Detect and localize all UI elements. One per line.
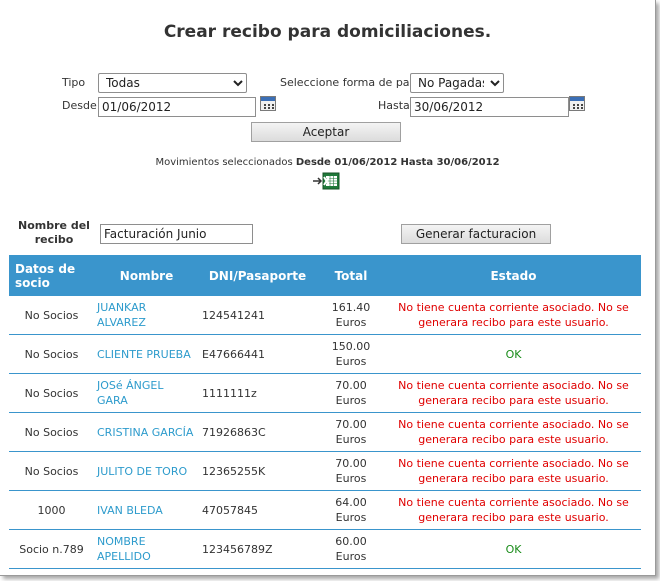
cell-total: 70.00 Euros [316, 451, 386, 491]
movimientos-prefix: Movimientos seleccionados [155, 157, 293, 168]
cell-estado: No tiene cuenta corriente asociado. No s… [386, 490, 641, 530]
movimientos-hasta: Hasta 30/06/2012 [400, 157, 500, 168]
cell-nombre-link[interactable]: JUANKAR ALVAREZ [94, 296, 199, 335]
cell-estado: OK [386, 529, 641, 569]
cell-nombre-link[interactable]: IVAN BLEDA [94, 490, 199, 530]
page-frame: Crear recibo para domiciliaciones. Tipo … [0, 0, 656, 576]
cell-socio: No Socios [9, 334, 94, 374]
hasta-calendar-icon[interactable] [569, 96, 585, 111]
forma-pago-label: Seleccione forma de pago [280, 76, 424, 89]
forma-pago-select[interactable]: No Pagadas [410, 73, 504, 93]
tipo-select[interactable]: Todas [98, 73, 247, 93]
desde-calendar-icon[interactable] [260, 96, 276, 111]
table-row: No Socios JULITO DE TORO 12365255K 70.00 Eu… [9, 451, 641, 491]
cell-total: 70.00 Euros [316, 412, 386, 452]
cell-socio: Socio n.789 [9, 529, 94, 569]
cell-dni: 71926863C [199, 412, 316, 452]
cell-dni: E47666441 [199, 334, 316, 374]
cell-estado: No tiene cuenta corriente asociado. No s… [386, 451, 641, 491]
movimientos-summary: Movimientos seleccionados Desde 01/06/20… [0, 157, 655, 168]
desde-date-input[interactable] [98, 97, 256, 117]
cell-dni: 12365255K [199, 451, 316, 491]
cell-total: 161.40 Euros [316, 296, 386, 335]
cell-nombre-link[interactable]: JULITO DE TORO [94, 451, 199, 491]
tipo-label: Tipo [62, 76, 86, 89]
cell-dni: 124541241 [199, 296, 316, 335]
movimientos-desde: Desde 01/06/2012 [295, 157, 398, 168]
header-estado: Estado [386, 255, 641, 296]
cell-nombre-link[interactable]: JOSé ÁNGEL GARA [94, 373, 199, 413]
cell-socio: No Socios [9, 412, 94, 452]
cell-socio: No Socios [9, 373, 94, 413]
cell-estado: No tiene cuenta corriente asociado. No s… [386, 412, 641, 452]
cell-estado: No tiene cuenta corriente asociado. No s… [386, 296, 641, 335]
nombre-recibo-label: Nombre del recibo [18, 219, 90, 246]
hasta-label: Hasta [378, 99, 410, 112]
table-row: No Socios CLIENTE PRUEBA E47666441 150.00 E… [9, 334, 641, 374]
hasta-date-input[interactable] [410, 97, 569, 117]
header-dni: DNI/Pasaporte [199, 255, 316, 296]
nombre-recibo-input[interactable] [100, 224, 253, 244]
cell-nombre-link[interactable]: CLIENTE PRUEBA [94, 334, 199, 374]
cell-nombre-link[interactable]: NOMBRE APELLIDO [94, 529, 199, 569]
cell-total: 150.00 Euros [316, 334, 386, 374]
cell-total: 60.00 Euros [316, 529, 386, 569]
cell-total: 64.00 Euros [316, 490, 386, 530]
header-nombre: Nombre [94, 255, 199, 296]
table-row: No Socios CRISTINA GARCÍA 71926863C 70.00 E… [9, 412, 641, 452]
table-row: No Socios JUANKAR ALVAREZ 124541241 161.40 … [9, 296, 641, 335]
desde-label: Desde [62, 99, 97, 112]
recibos-table: Datos de socio Nombre DNI/Pasaporte Tota… [9, 255, 641, 569]
cell-nombre-link[interactable]: CRISTINA GARCÍA [94, 412, 199, 452]
generar-facturacion-button[interactable]: Generar facturacion [401, 224, 551, 244]
cell-total: 70.00 Euros [316, 373, 386, 413]
cell-dni: 1111111z [199, 373, 316, 413]
header-total: Total [316, 255, 386, 296]
table-row: 1000 IVAN BLEDA 47057845 64.00 Euros No tien… [9, 490, 641, 530]
header-datos-socio: Datos de socio [9, 255, 94, 296]
table-row: No Socios JOSé ÁNGEL GARA 1111111z 70.00 Eu… [9, 373, 641, 413]
cell-dni: 47057845 [199, 490, 316, 530]
cell-estado: OK [386, 334, 641, 374]
excel-export-icon[interactable] [312, 172, 340, 190]
aceptar-button[interactable]: Aceptar [251, 122, 401, 142]
cell-socio: No Socios [9, 296, 94, 335]
table-header-row: Datos de socio Nombre DNI/Pasaporte Tota… [9, 255, 641, 296]
page-title: Crear recibo para domiciliaciones. [163, 22, 492, 42]
cell-estado: No tiene cuenta corriente asociado. No s… [386, 373, 641, 413]
cell-socio: No Socios [9, 451, 94, 491]
cell-dni: 123456789Z [199, 529, 316, 569]
cell-socio: 1000 [9, 490, 94, 530]
table-row: Socio n.789 NOMBRE APELLIDO 123456789Z 60.0… [9, 529, 641, 569]
